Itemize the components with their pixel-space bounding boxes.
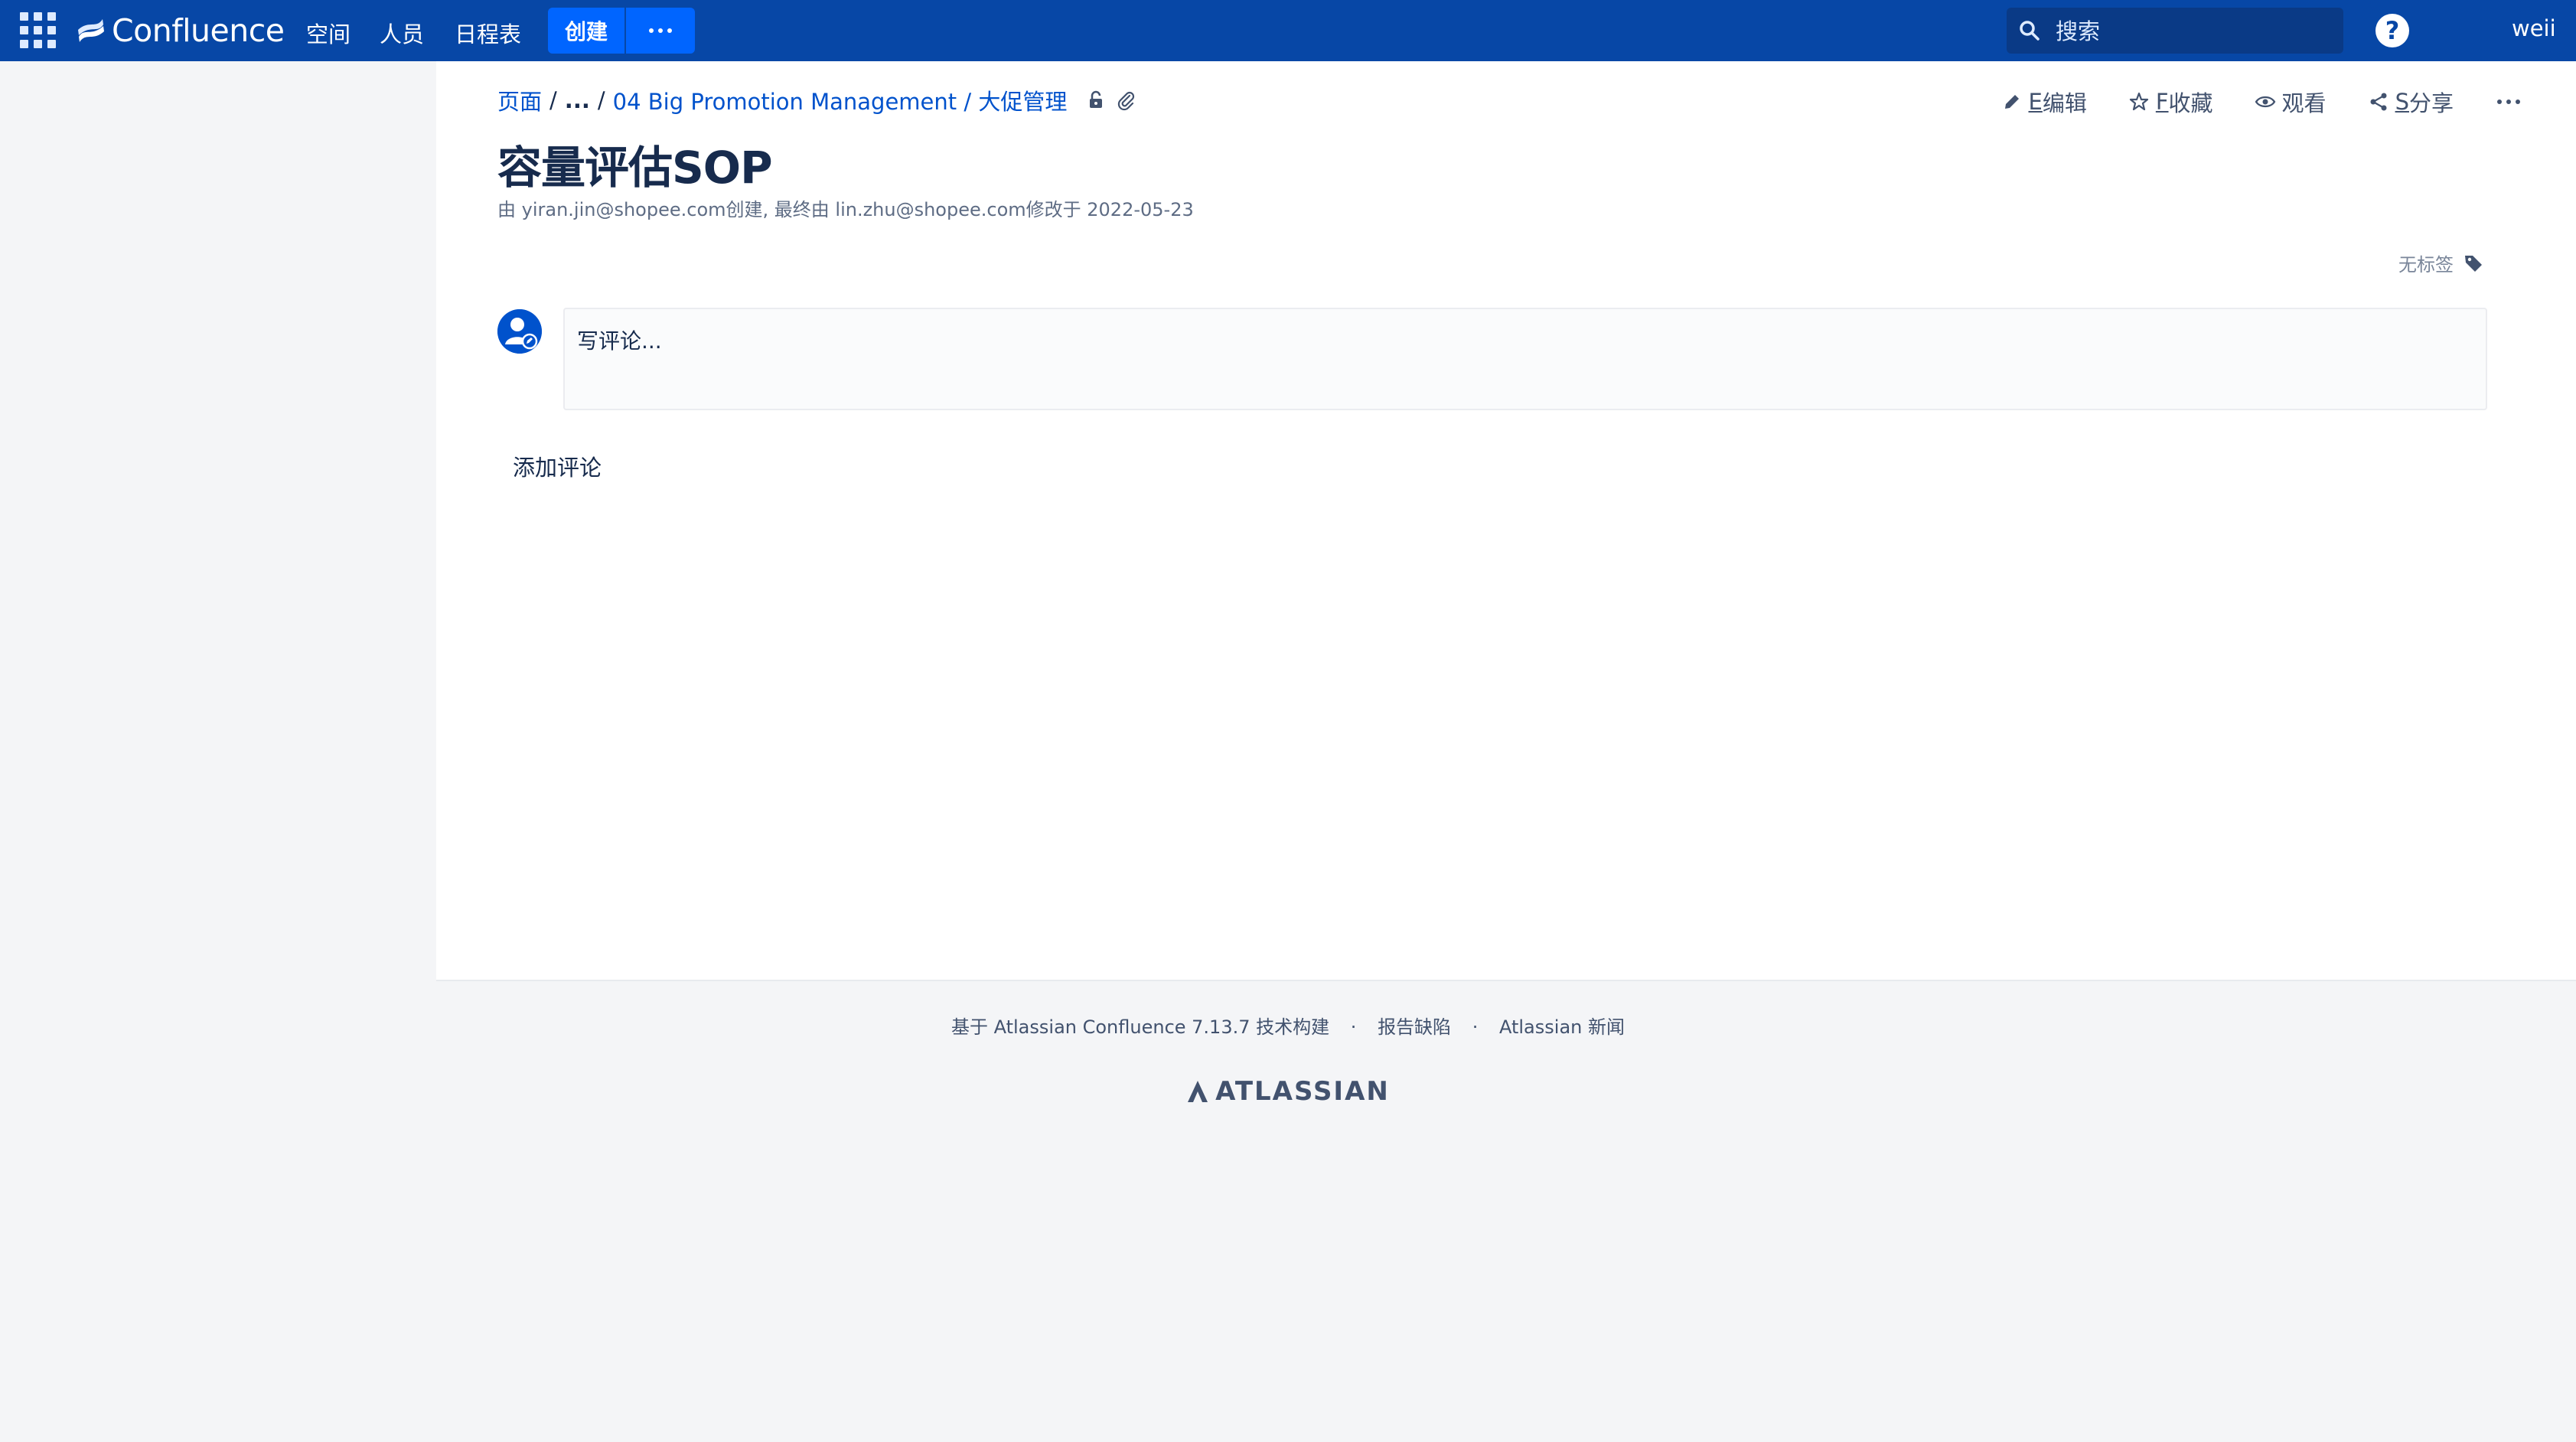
eye-icon [2255,96,2275,108]
attachment-icon[interactable] [1116,90,1137,111]
comment-placeholder: 写评论... [577,328,662,354]
app-switcher-icon[interactable] [20,12,58,49]
page-actions: E 编辑 F 收藏 观看 S 分享 [1960,86,2523,118]
avatar-icon [497,309,542,354]
restrictions-icon[interactable] [1085,90,1107,111]
breadcrumb-ellipsis[interactable]: ... [565,87,590,113]
watch-button[interactable]: 观看 [2255,86,2327,118]
search-icon [2020,21,2040,41]
breadcrumb: 页面 / ... / 04 Big Promotion Management /… [497,84,1137,116]
favorite-button[interactable]: F 收藏 [2128,86,2213,118]
page-content: 页面 / ... / 04 Big Promotion Management /… [436,61,2576,981]
breadcrumb-parent[interactable]: 04 Big Promotion Management / 大促管理 [613,84,1068,116]
comment-input[interactable]: 写评论... [563,308,2487,410]
breadcrumb-pages[interactable]: 页面 [497,84,542,116]
footer-powered-by[interactable]: 基于 Atlassian Confluence 7.13.7 技术构建 [951,1016,1329,1038]
favorite-shortcut-key: F [2155,89,2169,115]
footer-links: 基于 Atlassian Confluence 7.13.7 技术构建 · 报告… [0,1012,2576,1039]
search-box[interactable] [2007,8,2343,54]
page-byline: 由 yiran.jin@shopee.com创建, 最终由 lin.zhu@sh… [497,199,1194,220]
footer-separator: · [1350,1016,1357,1038]
share-label: 分享 [2408,90,2454,116]
add-comment-link[interactable]: 添加评论 [513,450,602,482]
atlassian-wordmark: ATLASSIAN [1215,1076,1390,1107]
tag-icon[interactable] [2463,253,2484,274]
footer-report-bug[interactable]: 报告缺陷 [1378,1016,1451,1038]
nav-calendar[interactable]: 日程表 [455,17,521,49]
share-icon [2370,93,2387,111]
watch-label: 观看 [2281,90,2327,116]
breadcrumb-separator: / [597,87,605,113]
search-input[interactable] [2054,15,2333,47]
favorite-label: 收藏 [2168,90,2213,116]
more-icon [2497,100,2502,104]
labels-area[interactable]: 无标签 [2398,250,2484,276]
footer-news[interactable]: Atlassian 新闻 [1499,1016,1625,1038]
page-title: 容量评估SOP [497,142,773,194]
atlassian-footer-logo[interactable]: ATLASSIAN [0,1076,2576,1107]
star-icon [2129,92,2148,111]
breadcrumb-separator: / [549,87,557,113]
nav-people[interactable]: 人员 [380,17,424,49]
share-button[interactable]: S 分享 [2368,86,2454,118]
confluence-logo-icon [78,19,104,42]
logo-text: Confluence [112,12,285,49]
confluence-logo[interactable]: Confluence [77,12,285,49]
more-icon [649,28,654,33]
edit-label: 编辑 [2042,90,2087,116]
atlassian-logo-icon [1188,1081,1208,1102]
help-icon[interactable]: ? [2375,14,2409,47]
user-menu[interactable]: weii [2512,15,2556,41]
no-labels-text: 无标签 [2398,254,2454,276]
edit-shortcut-key: E [2028,89,2043,115]
edit-button[interactable]: E 编辑 [2001,86,2087,118]
top-navigation-bar: Confluence 空间 人员 日程表 创建 ? weii [0,0,2576,61]
more-actions-button[interactable] [2495,100,2522,104]
create-more-button[interactable] [626,8,695,54]
nav-spaces[interactable]: 空间 [306,17,351,49]
footer-separator: · [1472,1016,1479,1038]
share-shortcut-key: S [2395,89,2409,115]
create-button[interactable]: 创建 [548,8,624,54]
edit-icon [2004,95,2019,109]
